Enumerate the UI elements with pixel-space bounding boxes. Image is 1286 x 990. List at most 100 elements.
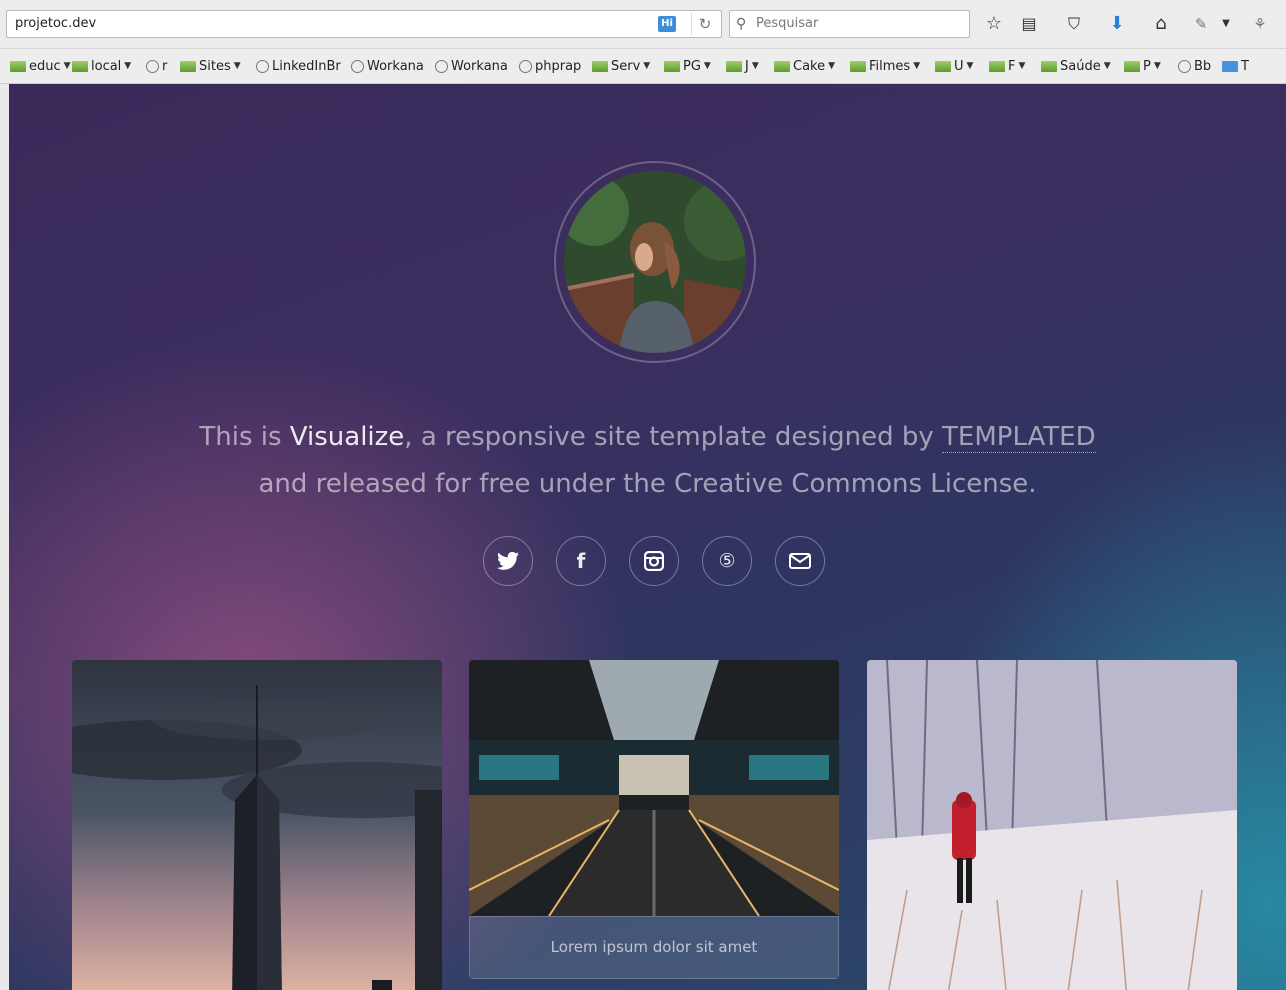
bookmark-label: Cake [793,58,826,74]
folder-icon [774,60,790,72]
bookmark-item[interactable]: Bb [1178,58,1211,74]
globe-icon [519,59,532,73]
bookmark-star-icon[interactable]: ☆ [982,12,1006,36]
bookmark-item[interactable]: U ▼ [935,58,973,74]
bookmark-label: Bb [1194,58,1212,74]
bookmark-item[interactable]: local ▼ [72,58,131,74]
dropdown-caret-icon: ▼ [233,61,241,71]
folder-icon [664,60,680,72]
folder-icon [1124,60,1140,72]
dropdown-caret-icon: ▼ [1018,61,1026,71]
page-viewport: This is Visualize, a responsive site tem… [9,84,1286,990]
bookmark-label: U [954,58,964,74]
bookmark-item[interactable]: Workana [351,58,424,74]
bookmark-item[interactable]: r [146,58,167,74]
translate-icon [1222,60,1238,72]
bookmark-item[interactable]: Workana [435,58,508,74]
reload-icon[interactable]: ↻ [691,13,718,35]
bookmark-label: J [745,58,749,74]
city-skyline-image [72,660,442,990]
snowy-field-image [867,660,1237,990]
address-bar[interactable]: projetoc.dev Hi ↻ [6,10,722,38]
bookmark-label: LinkedInBr [272,58,341,74]
avatar [554,161,756,363]
bookmark-item[interactable]: educ ▼ [10,58,71,74]
bookmark-item[interactable]: Serv ▼ [592,58,650,74]
bookmarks-bar: educ ▼ local ▼ r Sites ▼ LinkedInBr Workana Worka… [0,49,1286,84]
bookmark-label: Serv [611,58,641,74]
bookmark-item[interactable]: phprap [519,58,581,74]
bookmark-item[interactable]: T [1222,58,1249,74]
bookmark-label: phprap [535,58,582,74]
dropdown-caret-icon: ▼ [828,61,836,71]
tools-dropdown-icon[interactable]: ▼ [1214,12,1238,36]
globe-icon [1178,59,1191,73]
search-icon: ⚲ [736,16,747,32]
bookmark-item[interactable]: F ▼ [989,58,1025,74]
bookmark-item[interactable]: P ▼ [1124,58,1161,74]
intro-middle: , a responsive site template designed by [404,422,943,452]
card-escalator[interactable]: Lorem ipsum dolor sit amet [469,660,839,979]
folder-icon [10,60,26,72]
intro-prefix: This is [199,422,290,452]
facebook-icon[interactable]: f [556,536,606,586]
folder-icon [1041,60,1057,72]
dropdown-caret-icon: ▼ [966,61,974,71]
twitter-icon[interactable] [483,536,533,586]
folder-icon [180,60,196,72]
bookmark-item[interactable]: LinkedInBr [256,58,341,74]
templated-link[interactable]: TEMPLATED [942,422,1096,453]
bookmark-label: PG [683,58,701,74]
bookmark-item[interactable]: Sites ▼ [180,58,241,74]
envelope-icon[interactable] [775,536,825,586]
intro-line-1: This is Visualize, a responsive site tem… [9,414,1286,461]
address-text: projetoc.dev [15,16,97,31]
card-city[interactable] [72,660,442,990]
hi-extension-icon[interactable]: Hi [658,16,676,32]
bookmark-label: Workana [451,58,508,74]
bookmark-item[interactable]: Cake ▼ [774,58,835,74]
pocket-icon[interactable]: ⛉ [1062,12,1086,36]
dropdown-caret-icon: ▼ [1103,61,1111,71]
brand-name: Visualize [289,422,405,452]
500px-icon[interactable]: ⑤ [702,536,752,586]
dropdown-caret-icon: ▼ [913,61,921,71]
bookmark-item[interactable]: Saúde ▼ [1041,58,1111,74]
globe-icon [435,59,448,73]
bookmark-item[interactable]: Filmes ▼ [850,58,920,74]
folder-icon [850,60,866,72]
dropdown-caret-icon: ▼ [643,61,651,71]
intro-line-2: and released for free under the Creative… [258,469,1037,499]
tools-icon[interactable]: ✎ [1189,12,1213,36]
bookmark-label: Workana [367,58,424,74]
folder-icon [989,60,1005,72]
dropdown-caret-icon: ▼ [1153,61,1161,71]
escalator-image [469,660,839,916]
download-icon[interactable]: ⬇ [1105,12,1129,36]
instagram-icon[interactable] [629,536,679,586]
bookmark-label: educ [29,58,61,74]
search-input[interactable]: ⚲ Pesquisar [729,10,970,38]
bookmark-label: P [1143,58,1151,74]
bookmark-label: Sites [199,58,231,74]
dropdown-caret-icon: ▼ [63,61,71,71]
bookmark-label: local [91,58,122,74]
dropdown-caret-icon: ▼ [124,61,132,71]
extension-icon[interactable]: ⚘ [1248,12,1272,36]
intro-text: This is Visualize, a responsive site tem… [9,414,1286,508]
reading-list-icon[interactable]: ▤ [1017,12,1041,36]
bookmark-label: r [162,58,168,74]
dropdown-caret-icon: ▼ [703,61,711,71]
browser-toolbar: projetoc.dev Hi ↻ ⚲ Pesquisar ☆ ▤ ⛉ ⬇ ⌂ … [0,0,1286,49]
home-icon[interactable]: ⌂ [1149,12,1173,36]
bookmark-label: Filmes [869,58,911,74]
bookmark-item[interactable]: J ▼ [726,58,759,74]
bookmark-item[interactable]: PG ▼ [664,58,711,74]
bookmark-label: F [1008,58,1016,74]
avatar-photo [564,171,746,353]
folder-icon [726,60,742,72]
card-snow[interactable] [867,660,1237,990]
folder-icon [592,60,608,72]
globe-icon [256,59,269,73]
search-placeholder: Pesquisar [756,16,819,31]
